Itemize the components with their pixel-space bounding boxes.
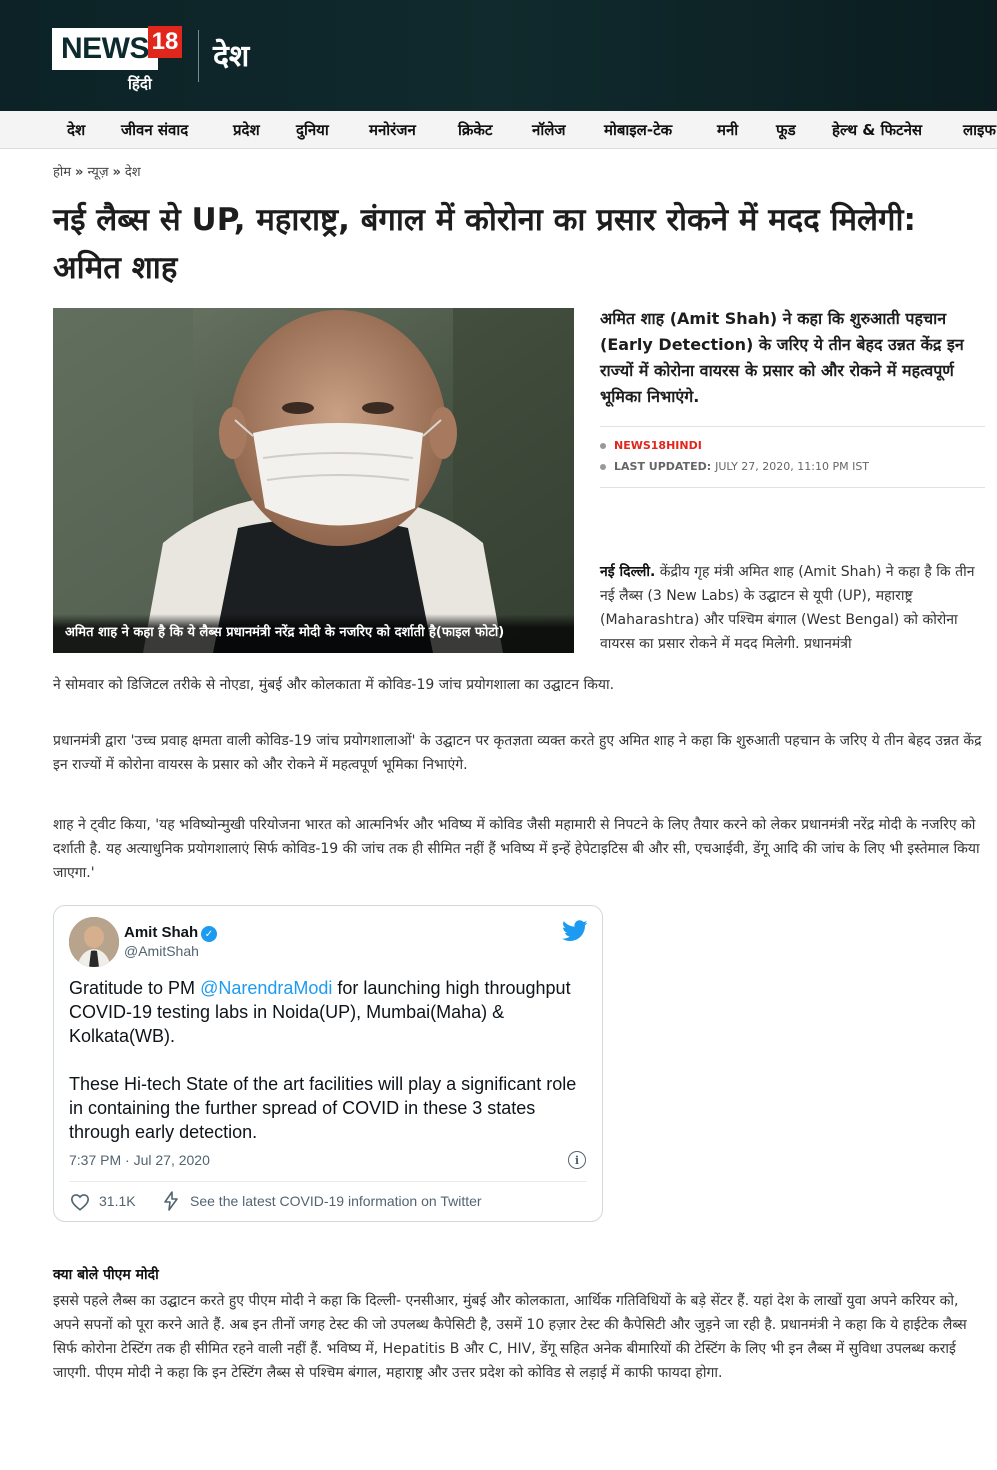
body-paragraph-4: इससे पहले लैब्स का उद्घाटन करते हुए पीएम… bbox=[53, 1293, 967, 1381]
nav-item-manoranjan[interactable]: मनोरंजन bbox=[369, 120, 416, 140]
tweet-text: Gratitude to PM @NarendraModi for launch… bbox=[69, 976, 584, 1168]
tweet-mention[interactable]: @NarendraModi bbox=[200, 978, 332, 998]
author-name[interactable]: NEWS18HINDI bbox=[614, 435, 702, 456]
article-summary: अमित शाह (Amit Shah) ने कहा कि शुरुआती प… bbox=[600, 309, 964, 406]
nav-item-duniya[interactable]: दुनिया bbox=[296, 120, 329, 140]
updated-row: LAST UPDATED: JULY 27, 2020, 11:10 PM IS… bbox=[600, 456, 985, 477]
nav-item-life[interactable]: लाइफ bbox=[963, 120, 996, 140]
breadcrumb-separator: » bbox=[75, 165, 84, 180]
image-caption: अमित शाह ने कहा है कि ये लैब्स प्रधानमंत… bbox=[53, 614, 574, 653]
covid-info-link[interactable]: See the latest COVID-19 information on T… bbox=[190, 1193, 482, 1209]
main-nav: देश जीवन संवाद प्रदेश दुनिया मनोरंजन क्र… bbox=[0, 111, 997, 149]
nav-item-pradesh[interactable]: प्रदेश bbox=[233, 120, 260, 140]
article-photo-illustration bbox=[53, 308, 574, 653]
tweet-text-line-1: Gratitude to PM @NarendraModi for launch… bbox=[69, 976, 584, 1048]
heart-icon[interactable] bbox=[70, 1193, 90, 1211]
tweet-divider bbox=[69, 1181, 587, 1182]
updated-value: JULY 27, 2020, 11:10 PM IST bbox=[715, 460, 870, 473]
verified-icon: ✓ bbox=[201, 926, 217, 942]
article-title: नई लैब्स से UP, महाराष्ट्र, बंगाल में को… bbox=[53, 202, 916, 286]
tweet-author-name[interactable]: Amit Shah bbox=[124, 924, 198, 941]
intro-paragraph: नई दिल्ली. केंद्रीय गृह मंत्री अमित शाह … bbox=[600, 560, 985, 656]
twitter-bird-icon[interactable] bbox=[562, 920, 588, 942]
breadcrumb-separator: » bbox=[112, 165, 121, 180]
logo-box: NEWS bbox=[52, 28, 158, 70]
breadcrumb-home[interactable]: होम bbox=[53, 165, 71, 180]
tweet-timestamp[interactable]: 7:37 PM · Jul 27, 2020 bbox=[69, 1152, 210, 1168]
section-subheading: क्या बोले पीएम मोदी bbox=[53, 1267, 159, 1283]
nav-item-knowledge[interactable]: नॉलेज bbox=[532, 120, 566, 140]
intro-continued: ने सोमवार को डिजिटल तरीके से नोएडा, मुंब… bbox=[53, 677, 615, 693]
header-divider bbox=[198, 30, 199, 82]
nav-item-food[interactable]: फूड bbox=[776, 120, 796, 140]
tweet-text-line-2: These Hi-tech State of the art facilitie… bbox=[69, 1074, 577, 1142]
like-count[interactable]: 31.1K bbox=[99, 1193, 136, 1209]
bullet-icon bbox=[600, 442, 606, 449]
section-title[interactable]: देश bbox=[213, 34, 249, 75]
article-image: अमित शाह ने कहा है कि ये लैब्स प्रधानमंत… bbox=[53, 308, 574, 653]
site-header: NEWS 18 हिंदी देश bbox=[0, 0, 997, 111]
nav-item-money[interactable]: मनी bbox=[717, 120, 738, 140]
nav-item-health-fitness[interactable]: हेल्थ & फिटनेस bbox=[832, 120, 922, 140]
body-paragraph-3: शाह ने ट्वीट किया, 'यह भविष्योन्मुखी परि… bbox=[53, 817, 980, 881]
breadcrumb-news[interactable]: न्यूज़ bbox=[87, 165, 108, 180]
bullet-icon bbox=[600, 463, 606, 470]
logo-text: NEWS bbox=[61, 32, 150, 65]
body-paragraph-2: प्रधानमंत्री द्वारा 'उच्च प्रवाह क्षमता … bbox=[53, 733, 982, 773]
nav-item-jeevan-samvad[interactable]: जीवन संवाद bbox=[121, 120, 188, 140]
avatar[interactable] bbox=[69, 917, 119, 967]
logo-number: 18 bbox=[148, 26, 182, 58]
info-icon[interactable]: i bbox=[568, 1151, 586, 1169]
updated-label: LAST UPDATED: bbox=[614, 460, 712, 473]
logo-sub: हिंदी bbox=[128, 75, 152, 93]
tweet-text-before: Gratitude to PM bbox=[69, 978, 201, 998]
tweet-handle[interactable]: @AmitShah bbox=[124, 943, 199, 959]
dateline: नई दिल्ली. bbox=[600, 564, 656, 580]
author-row: NEWS18HINDI bbox=[600, 435, 985, 456]
nav-item-desh[interactable]: देश bbox=[67, 120, 85, 140]
bolt-icon bbox=[164, 1191, 178, 1211]
breadcrumb-section[interactable]: देश bbox=[125, 165, 141, 180]
intro-text: केंद्रीय गृह मंत्री अमित शाह (Amit Shah)… bbox=[600, 564, 975, 652]
article-meta: NEWS18HINDI LAST UPDATED: JULY 27, 2020,… bbox=[600, 426, 985, 488]
breadcrumb: होम» न्यूज़» देश bbox=[53, 162, 141, 180]
embedded-tweet[interactable]: Amit Shah ✓ @AmitShah Gratitude to PM @N… bbox=[53, 905, 603, 1222]
nav-item-mobile-tech[interactable]: मोबाइल-टेक bbox=[604, 120, 672, 140]
nav-item-cricket[interactable]: क्रिकेट bbox=[458, 120, 493, 140]
